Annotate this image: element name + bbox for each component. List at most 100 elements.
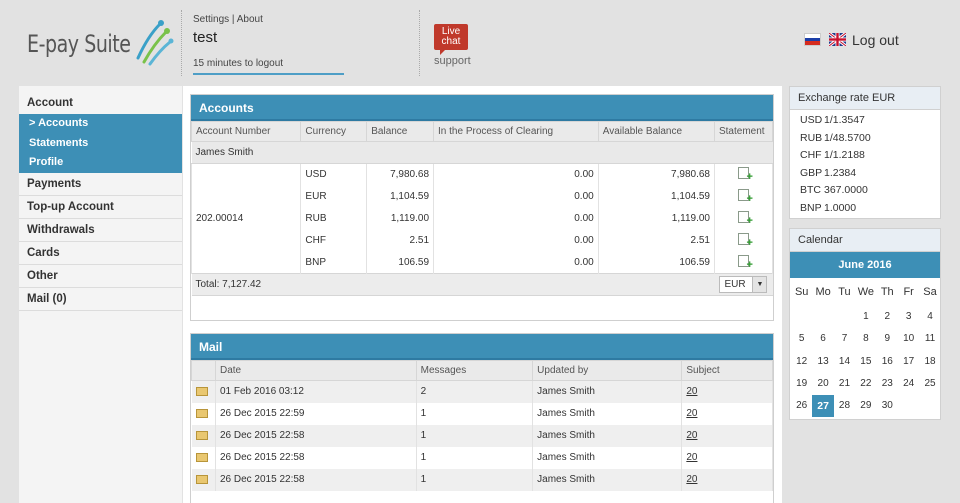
about-link[interactable]: About	[237, 14, 263, 25]
add-statement-icon[interactable]	[737, 167, 753, 182]
table-row[interactable]: 26 Dec 2015 22:59 1 James Smith 20	[191, 402, 773, 425]
mail-subject-link[interactable]: 20	[686, 430, 697, 441]
available-balance: 7,980.68	[597, 163, 715, 186]
calendar-day[interactable]: 10	[898, 328, 919, 350]
calendar-day[interactable]: 19	[791, 373, 812, 395]
sidebar-item-topup[interactable]: Top-up Account	[19, 195, 182, 219]
russian-flag-icon[interactable]	[804, 33, 821, 46]
column-header[interactable]: Updated by	[532, 360, 683, 381]
mail-messages: 1	[416, 446, 534, 469]
logo-icon	[136, 20, 174, 66]
envelope-icon	[195, 408, 208, 418]
accounts-total: Total: 7,127.42	[191, 273, 715, 296]
currency: EUR	[300, 185, 368, 208]
column-header[interactable]: Currency	[300, 121, 368, 142]
mail-subject-link[interactable]: 20	[686, 452, 697, 463]
rate-code: CHF	[800, 149, 822, 161]
add-statement-icon[interactable]	[737, 254, 753, 270]
table-row[interactable]: 26 Dec 2015 22:58 1 James Smith 20	[191, 468, 773, 491]
live-chat-button[interactable]: Live chat	[434, 24, 468, 55]
logout-timer-bar	[193, 73, 344, 75]
available-balance: 2.51	[597, 229, 715, 252]
calendar-day[interactable]: 9	[877, 328, 898, 350]
calendar-day[interactable]: 30	[877, 395, 898, 417]
mail-subject-link[interactable]: 20	[686, 474, 697, 485]
calendar-day[interactable]: 17	[898, 351, 919, 373]
calendar-day[interactable]: 6	[812, 328, 833, 350]
sidebar-item-account[interactable]: Account	[19, 92, 182, 114]
calendar-day[interactable]: 24	[898, 373, 919, 395]
sidebar-item-mail[interactable]: Mail (0)	[19, 287, 182, 311]
clearing: 0.00	[433, 163, 599, 186]
column-header[interactable]: Account Number	[190, 121, 302, 142]
sidebar-item-payments[interactable]: Payments	[19, 172, 182, 196]
calendar-day[interactable]: 3	[898, 306, 919, 328]
rate-code: GBP	[800, 166, 823, 179]
calendar-day[interactable]: 11	[919, 328, 940, 350]
calendar-day[interactable]: 7	[834, 328, 855, 350]
calendar-day[interactable]: 4	[919, 306, 940, 328]
calendar-day[interactable]: 29	[855, 395, 876, 417]
calendar-day[interactable]: 14	[834, 351, 855, 373]
calendar-day[interactable]: 16	[877, 351, 898, 373]
calendar-day[interactable]: 12	[791, 351, 812, 373]
total-currency-select[interactable]: EUR ▼	[719, 276, 768, 293]
sidebar-subitem-profile[interactable]: Profile	[19, 153, 182, 173]
calendar-day[interactable]: 20	[812, 373, 833, 395]
column-header[interactable]: Available Balance	[597, 121, 715, 142]
balance: 1,104.59	[366, 185, 435, 208]
rate-row: BTC 367.0000	[790, 182, 940, 200]
column-header[interactable]: Subject	[681, 360, 773, 381]
sidebar-item-cards[interactable]: Cards	[19, 241, 182, 265]
calendar-day[interactable]: 8	[855, 328, 876, 350]
sidebar-item-other[interactable]: Other	[19, 264, 182, 288]
calendar-day[interactable]: 5	[791, 328, 812, 350]
calendar-day[interactable]: 22	[855, 373, 876, 395]
sidebar-item-withdrawals[interactable]: Withdrawals	[19, 218, 182, 242]
support-link[interactable]: support	[434, 55, 471, 67]
calendar-day[interactable]: 26	[791, 395, 812, 417]
mail-subject-link[interactable]: 20	[686, 408, 697, 419]
column-header[interactable]: Date	[214, 360, 417, 381]
calendar-day[interactable]: 21	[834, 373, 855, 395]
mail-updated-by: James Smith	[532, 446, 683, 469]
calendar-weekday: We	[857, 286, 875, 298]
calendar-day[interactable]: 15	[855, 351, 876, 373]
table-row[interactable]: 26 Dec 2015 22:58 1 James Smith 20	[191, 446, 773, 469]
calendar-day[interactable]: 18	[919, 351, 940, 373]
logout-link[interactable]: Log out	[852, 32, 899, 48]
sidebar-subitem-statements[interactable]: Statements	[19, 133, 182, 153]
column-header[interactable]: Balance	[366, 121, 435, 142]
sidebar-subitem-accounts[interactable]: > Accounts	[19, 114, 182, 134]
column-header[interactable]: Statement	[713, 121, 774, 142]
add-statement-icon[interactable]	[737, 233, 753, 248]
calendar-day[interactable]: 27	[812, 395, 834, 418]
settings-link[interactable]: Settings	[193, 14, 229, 25]
calendar-day[interactable]: 23	[877, 373, 898, 395]
table-row[interactable]: 01 Feb 2016 03:12 2 James Smith 20	[191, 380, 773, 403]
envelope-icon	[195, 474, 208, 484]
add-statement-icon[interactable]	[737, 211, 753, 226]
settings-about-links: Settings | About	[193, 14, 263, 25]
calendar-weekday: Th	[880, 286, 894, 298]
mail-subject-link[interactable]: 20	[686, 386, 697, 397]
calendar-day[interactable]: 25	[919, 373, 940, 395]
calendar-day[interactable]: 13	[812, 351, 833, 373]
exchange-rate-widget: Exchange rate EUR USD 1/1.3547 RUB 1/48.57…	[789, 86, 941, 219]
calendar-weekday: Fr	[903, 286, 914, 298]
calendar-day[interactable]: 28	[834, 395, 855, 417]
column-header[interactable]: Messages	[415, 360, 534, 381]
table-row[interactable]: 26 Dec 2015 22:58 1 James Smith 20	[191, 424, 773, 447]
account-number: 202.00014	[190, 163, 302, 274]
calendar-day[interactable]: 1	[855, 306, 876, 328]
add-statement-icon[interactable]	[737, 189, 753, 204]
clearing: 0.00	[433, 229, 599, 252]
calendar-weekday: Mo	[815, 286, 831, 298]
clearing: 0.00	[433, 251, 599, 274]
currency: BNP	[300, 251, 368, 274]
calendar-day[interactable]: 2	[877, 306, 898, 328]
available-balance: 106.59	[597, 251, 715, 274]
mail-updated-by: James Smith	[532, 402, 683, 425]
english-flag-icon[interactable]	[829, 33, 846, 46]
column-header[interactable]: In the Process of Clearing	[433, 121, 599, 142]
